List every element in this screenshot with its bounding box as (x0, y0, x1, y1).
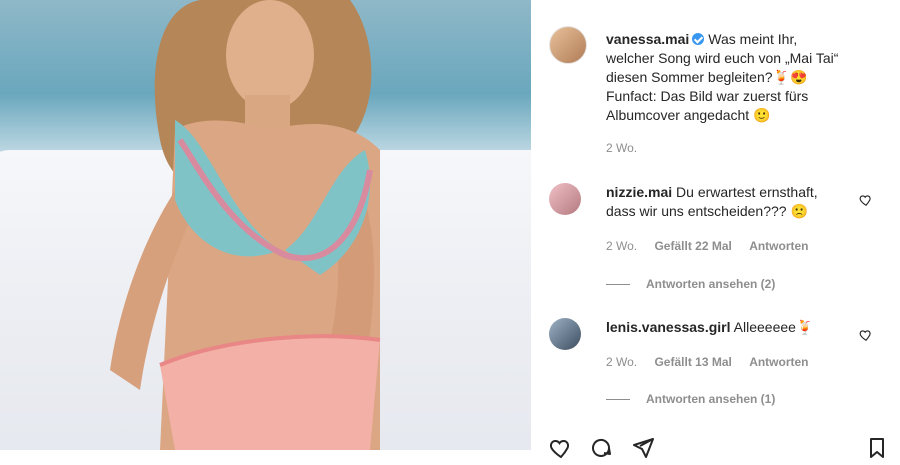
post-action-bar (549, 436, 889, 460)
view-replies-label[interactable]: Antworten ansehen (1) (646, 392, 775, 406)
comment-emoji: 🙁 (790, 203, 808, 219)
comment-likes[interactable]: Gefällt 13 Mal (654, 355, 731, 369)
comment-avatar[interactable] (549, 318, 581, 350)
comment-username[interactable]: lenis.vanessas.girl (606, 319, 731, 335)
comment-text-line-1: Alleeeeee (733, 319, 796, 335)
caption-line-4: Funfact: Das Bild war zuerst fürs (606, 88, 809, 104)
comment-time: 2 Wo. (606, 239, 638, 253)
comment-like-heart-icon[interactable] (859, 328, 873, 342)
caption-line-2: welcher Song wird euch von „Mai Tai“ (606, 50, 839, 66)
caption-emojis: 🍹😍 (772, 69, 808, 85)
comment-time: 2 Wo. (606, 355, 638, 369)
caption-end-emoji: 🙂 (753, 107, 771, 123)
instagram-post-view: vanessa.mai Was meint Ihr, welcher Song w… (0, 0, 900, 459)
verified-badge-icon (692, 33, 705, 45)
comment-reply-button[interactable]: Antworten (749, 239, 808, 253)
author-username[interactable]: vanessa.mai (606, 31, 689, 47)
post-caption: vanessa.mai Was meint Ihr, welcher Song w… (606, 30, 861, 158)
comment-text-line-2: dass wir uns entscheiden??? (606, 203, 787, 219)
view-replies[interactable]: Antworten ansehen (2) (606, 277, 775, 291)
comment-likes[interactable]: Gefällt 22 Mal (654, 239, 731, 253)
post-details-panel: vanessa.mai Was meint Ihr, welcher Song w… (531, 0, 900, 459)
comment-text-line-1: Du erwartest ernsthaft, (676, 184, 818, 200)
comment-like-heart-icon[interactable] (859, 193, 873, 207)
comment-text: nizzie.mai Du erwartest ernsthaft, dass … (606, 183, 846, 221)
comment-icon[interactable] (589, 436, 613, 460)
subject-illustration (110, 0, 381, 450)
comment-text: lenis.vanessas.girl Alleeeeee🍹 (606, 318, 846, 337)
comment-reply-button[interactable]: Antworten (749, 355, 808, 369)
comment-username[interactable]: nizzie.mai (606, 184, 672, 200)
caption-line-3: diesen Sommer begleiten? (606, 69, 773, 85)
comment-meta: 2 Wo. Gefällt 22 Mal Antworten (606, 239, 823, 253)
comment-avatar[interactable] (549, 183, 581, 215)
heart-icon[interactable] (549, 436, 573, 460)
post-time: 2 Wo. (606, 141, 638, 155)
comment-meta: 2 Wo. Gefällt 13 Mal Antworten (606, 355, 823, 369)
view-replies-label[interactable]: Antworten ansehen (2) (646, 277, 775, 291)
view-replies[interactable]: Antworten ansehen (1) (606, 392, 775, 406)
caption-line-1: Was meint Ihr, (708, 31, 798, 47)
bookmark-icon[interactable] (865, 436, 889, 460)
replies-divider-line (606, 284, 630, 286)
replies-divider-line (606, 399, 630, 401)
share-icon[interactable] (631, 436, 655, 460)
author-avatar[interactable] (549, 26, 587, 64)
comment-emoji: 🍹 (795, 319, 814, 335)
caption-line-5: Albumcover angedacht (606, 107, 750, 123)
post-photo[interactable] (0, 0, 531, 450)
photo-subject (80, 0, 410, 450)
